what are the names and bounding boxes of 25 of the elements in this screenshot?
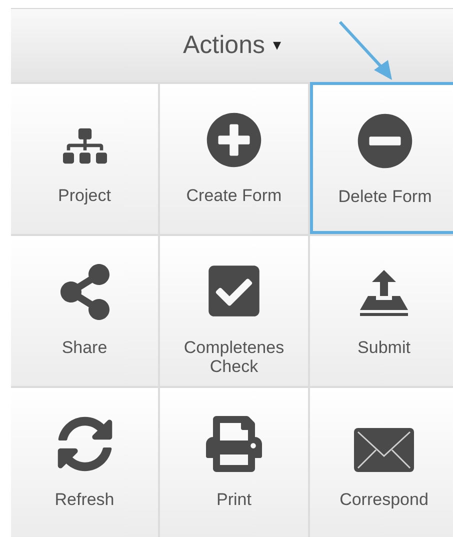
tile-label: Completenes — [184, 338, 284, 357]
action-tile[interactable]: Create Form — [160, 82, 310, 234]
tile-label: Delete Form — [338, 187, 432, 206]
action-tile[interactable]: Print — [160, 386, 310, 537]
action-tile[interactable]: Completenes Check — [160, 234, 310, 386]
header-title: Actions — [183, 30, 265, 61]
action-tile[interactable]: Delete Form — [310, 82, 453, 234]
tile-label: Check — [210, 357, 258, 376]
tile-label: Share — [62, 338, 108, 357]
action-tile[interactable]: Refresh — [11, 386, 160, 537]
tile-label: Refresh — [54, 490, 114, 509]
action-tile[interactable]: Submit — [310, 234, 453, 386]
envelope-icon — [354, 428, 414, 472]
tile-label: Create Form — [186, 186, 282, 205]
tile-label: Project — [58, 186, 111, 205]
action-tile[interactable]: Project — [11, 82, 160, 234]
action-tile[interactable]: Correspond — [310, 386, 453, 537]
refresh-icon — [56, 416, 112, 472]
action-tile[interactable]: Share — [11, 234, 160, 386]
actions-header[interactable]: Actions ▾ — [11, 8, 453, 82]
caret-icon: ▾ — [272, 34, 281, 58]
tile-label: Correspond — [340, 490, 428, 509]
tile-label: Submit — [358, 338, 410, 357]
tile-label: Print — [216, 490, 252, 509]
printer-icon — [206, 416, 262, 472]
